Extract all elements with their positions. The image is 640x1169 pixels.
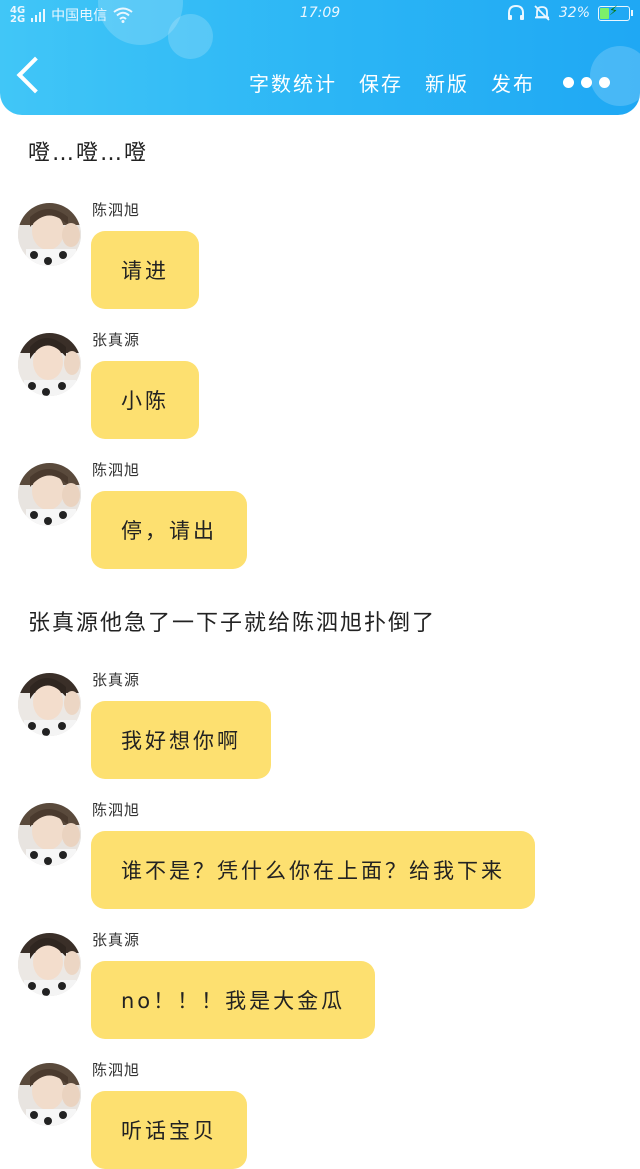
message-bubble: 谁不是？凭什么你在上面？给我下来	[91, 831, 535, 909]
avatar	[18, 203, 81, 266]
word-count-button[interactable]: 字数统计	[249, 68, 337, 97]
message-bubble: 小陈	[91, 361, 199, 439]
avatar	[18, 333, 81, 396]
mute-bell-icon	[534, 5, 550, 21]
status-bar: 4G 2G 中国电信 17:09 32% ⚡	[0, 0, 640, 30]
save-button[interactable]: 保存	[359, 68, 403, 97]
message-bubble: 停，请出	[91, 491, 247, 569]
speaker-name: 张真源	[92, 671, 141, 689]
speaker-name: 陈泗旭	[92, 461, 141, 479]
speaker-name: 张真源	[92, 931, 141, 949]
avatar	[18, 673, 81, 736]
narration-line: 张真源他急了一下子就给陈泗旭扑倒了	[28, 611, 437, 636]
speaker-name: 陈泗旭	[92, 801, 141, 819]
app-header: 4G 2G 中国电信 17:09 32% ⚡ 字数统计 保存 新版 发布	[0, 0, 640, 115]
avatar	[18, 933, 81, 996]
avatar	[18, 803, 81, 866]
avatar	[18, 1063, 81, 1126]
editor-toolbar: 字数统计 保存 新版 发布	[249, 68, 610, 97]
speaker-name: 张真源	[92, 331, 141, 349]
narration-line: 噔…噔…噔	[28, 141, 149, 166]
new-version-button[interactable]: 新版	[425, 68, 469, 97]
message-bubble: no！！！我是大金瓜	[91, 961, 376, 1039]
avatar	[18, 463, 81, 526]
battery-percent: 32%	[558, 5, 590, 21]
message-bubble: 我好想你啊	[91, 701, 271, 779]
message-bubble: 请进	[91, 231, 199, 309]
battery-icon: ⚡	[598, 4, 633, 21]
speaker-name: 陈泗旭	[92, 1061, 141, 1079]
headphones-icon	[507, 5, 524, 20]
message-bubble: 听话宝贝	[91, 1091, 247, 1169]
speaker-name: 陈泗旭	[92, 201, 141, 219]
more-icon[interactable]	[563, 77, 610, 88]
publish-button[interactable]: 发布	[491, 68, 535, 97]
back-button[interactable]	[16, 56, 54, 94]
